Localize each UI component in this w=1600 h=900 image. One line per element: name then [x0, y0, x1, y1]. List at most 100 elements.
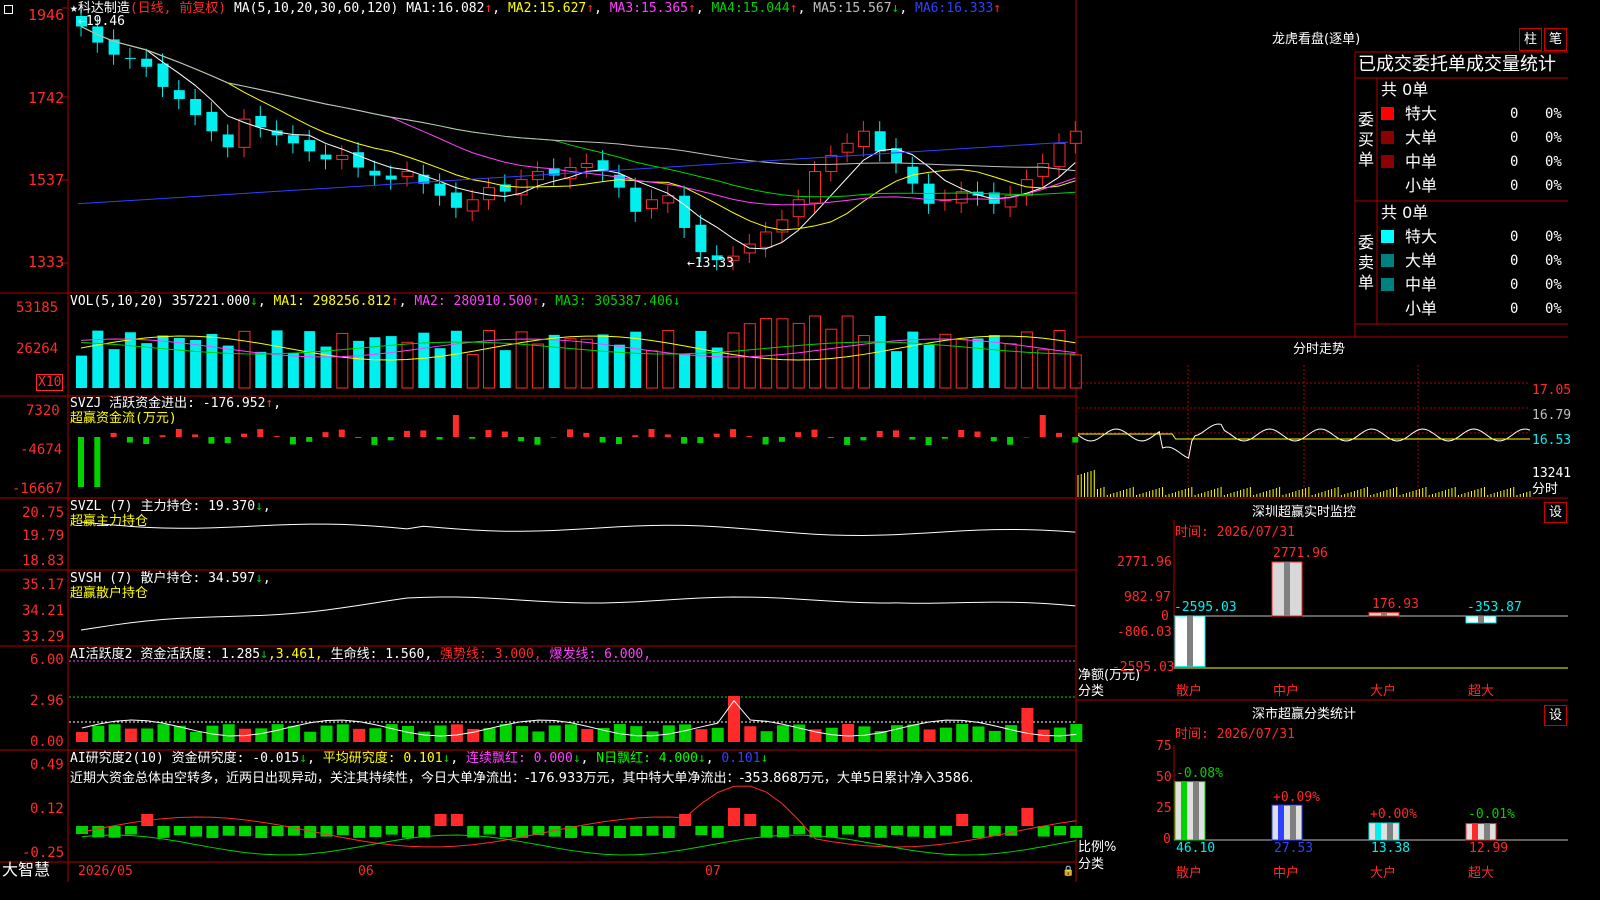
fund-flow-bar	[567, 429, 573, 437]
main-y-1742: 1742	[28, 89, 65, 107]
research-bar-green	[923, 826, 936, 838]
ma3-arrow: ↑	[688, 1, 696, 16]
svzj-y-low: -16667	[12, 481, 63, 497]
ma5-arrow: ↓	[891, 1, 900, 16]
stats-pct-mid: 27.53	[1274, 841, 1314, 856]
bar-mode-button[interactable]: 柱	[1519, 28, 1542, 51]
activity-bar-green	[988, 730, 1001, 742]
research-bar-red	[434, 814, 447, 826]
svzj-y-top: 7320	[26, 403, 60, 419]
stats-settings-button[interactable]: 设	[1544, 705, 1567, 726]
candle-body-down	[190, 99, 202, 116]
research-bar-green	[108, 826, 121, 838]
activity-bar-green	[418, 731, 431, 742]
volume-bar-up	[483, 329, 495, 389]
monitor-settings-button[interactable]: 设	[1544, 502, 1567, 523]
ma4-value: 15.044	[742, 1, 790, 16]
volume-bar-down	[304, 331, 316, 388]
ma5-name: MA5:	[813, 1, 845, 16]
ai-research-header: AI研究度2(10) 资金研究度: -0.015↓, 平均研究度: 0.101↓…	[70, 751, 769, 766]
volume-bar-down	[450, 330, 462, 388]
fund-flow-bar	[1039, 415, 1046, 437]
fund-flow-bar	[208, 437, 215, 444]
buy-row-percent: 0%	[1545, 178, 1562, 194]
volume-bar-down	[613, 344, 625, 388]
ai2-y-top: 0.49	[30, 757, 64, 773]
activity-bar-green	[630, 726, 643, 742]
sell-total: 共 0单	[1381, 203, 1429, 222]
ma2-name: MA2:	[507, 1, 540, 16]
lock-icon[interactable]: 🔒	[1062, 864, 1074, 879]
svzl-y-low: 18.83	[22, 553, 65, 569]
research-bar-green	[630, 826, 643, 837]
candle-body-up	[1069, 130, 1082, 144]
main-y-1333: 1333	[28, 253, 65, 271]
volume-bar-down	[255, 351, 267, 388]
fund-flow-bar	[1007, 437, 1014, 445]
candle-body-down	[287, 135, 299, 144]
research-bar-red	[679, 814, 692, 826]
lhb-tabs[interactable]: 已成交委托单成交量统计	[1358, 54, 1556, 76]
candle-body-down	[141, 58, 153, 67]
tick-mode-button[interactable]: 笔	[1544, 28, 1567, 51]
research-bar-green	[891, 826, 903, 836]
period-label[interactable]: (日线, 前复权)	[130, 1, 226, 16]
volume-bar-up	[238, 330, 251, 389]
candle-body-up	[1037, 162, 1050, 177]
volume-bar-up	[1053, 330, 1066, 389]
monitor-y-0: 2771.96	[1117, 555, 1172, 570]
fund-flow-bar	[925, 437, 932, 445]
ma6-arrow: ↑	[993, 1, 1002, 16]
buy-side-label: 委买单	[1358, 110, 1375, 169]
corner-menu-icon[interactable]	[4, 3, 13, 18]
fund-flow-bar	[78, 437, 84, 487]
research-bar-green	[206, 826, 219, 838]
monitor-y-3: -806.03	[1117, 625, 1172, 640]
research-bar-green	[124, 826, 137, 835]
volume-bar-up	[515, 331, 528, 389]
sell-row-count: 0	[1510, 301, 1519, 317]
monitor-x-label: 分类	[1078, 684, 1105, 699]
ma1-value: 16.082	[437, 1, 485, 16]
sell-color-swatch	[1381, 230, 1394, 243]
volume-bar-up	[466, 354, 479, 389]
svsh-y-mid: 34.21	[22, 603, 65, 619]
stock-chart-canvas[interactable]	[0, 0, 1568, 882]
fund-flow-bar	[860, 437, 867, 441]
volume-bar-down	[320, 346, 332, 388]
fund-flow-bar	[778, 437, 785, 442]
fund-flow-bar	[501, 431, 508, 437]
fund-flow-bar	[648, 429, 655, 437]
candle-body-down	[320, 154, 332, 160]
candle-body-down	[206, 111, 218, 132]
activity-bar-green	[336, 724, 349, 742]
activity-bar-green	[402, 725, 414, 742]
monitor-title: 深圳超赢实时监控	[1252, 505, 1357, 520]
volume-bar-up	[792, 322, 805, 389]
stats-cat-retail: 散户	[1176, 866, 1203, 881]
stats-cat-xl: 超大	[1468, 866, 1495, 881]
research-bar-green	[353, 826, 366, 838]
vol-params: VOL(5,10,20)	[70, 294, 164, 309]
research-bar-green	[597, 826, 610, 837]
volume-bar-down	[222, 345, 234, 388]
volume-bar-up	[580, 338, 593, 389]
activity-bar-red	[1021, 708, 1034, 742]
sell-row-name: 中单	[1405, 275, 1438, 294]
stats-y-50: 50	[1156, 770, 1172, 785]
fund-flow-bar	[697, 437, 704, 444]
ma1-name: MA1:	[406, 1, 438, 16]
candle-body-down	[124, 57, 136, 59]
buy-orders-table: 委买单 共 0单 特大 0 0% 大单 0 0% 中单 0 0% 小单 0 0%	[1355, 78, 1568, 201]
volume-bar-up	[662, 329, 675, 389]
candle-body-down	[695, 224, 707, 253]
volume-bar-up	[1020, 331, 1033, 389]
fund-flow-bar	[306, 437, 313, 442]
buy-row-name: 大单	[1405, 128, 1438, 147]
activity-bar-green	[108, 724, 121, 742]
vol-unit-button[interactable]: X10	[36, 374, 64, 391]
candle-body-down	[222, 134, 234, 148]
fund-flow-bar	[387, 437, 394, 441]
buy-row-count: 0	[1510, 130, 1519, 146]
vol-header: VOL(5,10,20) 357221.000↓, MA1: 298256.81…	[70, 294, 681, 309]
